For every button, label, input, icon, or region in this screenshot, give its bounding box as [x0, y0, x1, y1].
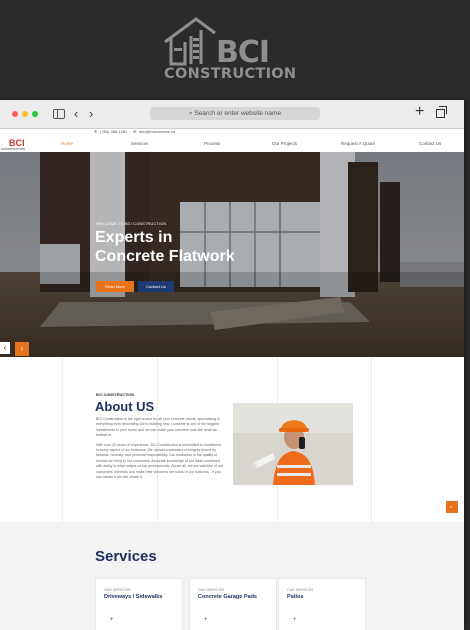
topbar-email[interactable]: info@bciconcrete.ca — [139, 129, 175, 134]
grid-line — [62, 357, 63, 522]
phone-icon: ✆ — [94, 129, 98, 134]
hero-title-line1: Experts in — [95, 229, 173, 246]
service-card-label: OUR SERVICES — [104, 588, 131, 592]
chevron-up-icon: › — [449, 506, 455, 508]
hero-title: Experts in Concrete Flatwork — [95, 228, 295, 266]
slider-next-button[interactable]: › — [15, 342, 29, 356]
hero-eyebrow: WELCOME TO BCI CONSTRUCTION — [96, 222, 167, 226]
service-card-title: Driveways / Sidewalks — [104, 594, 163, 600]
minimize-window-button[interactable] — [22, 111, 28, 117]
hero-title-line2: Concrete Flatwork — [95, 248, 235, 265]
back-button[interactable]: ‹ — [74, 106, 78, 121]
contact-us-button[interactable]: Contact Us — [138, 281, 174, 292]
read-more-button[interactable]: Read More — [96, 281, 134, 292]
nav-home[interactable]: Home — [61, 141, 73, 146]
nav-our-projects[interactable]: Our Projects — [272, 141, 297, 146]
nav-contact-us[interactable]: Contact Us — [419, 141, 441, 146]
address-placeholder: Search or enter website name — [194, 110, 282, 117]
scroll-up-button[interactable]: › — [446, 501, 458, 513]
service-card-label: OUR SERVICES — [287, 588, 314, 592]
topbar-phone[interactable]: (780) 288-1081 — [100, 129, 127, 134]
worker-photo — [233, 403, 353, 485]
nav-services[interactable]: Services — [131, 141, 148, 146]
maximize-window-button[interactable] — [32, 111, 38, 117]
services-title: Services — [95, 548, 157, 565]
services-section: Services OUR SERVICES Driveways / Sidewa… — [0, 522, 464, 630]
new-tab-button[interactable]: + — [415, 103, 424, 121]
site-logo[interactable]: BCI CONSTRUCTION LTD — [1, 138, 31, 155]
tabs-icon[interactable] — [436, 106, 447, 118]
service-card-title: Concrete Garage Pads — [198, 594, 257, 600]
nav-request-quote[interactable]: Request A Quote — [341, 141, 375, 146]
site-topbar: ✆ (780) 288-1081 ✉ info@bciconcrete.ca — [0, 128, 464, 136]
sidebar-icon[interactable] — [53, 109, 65, 119]
service-card-label: OUR SERVICES — [198, 588, 225, 592]
about-text: BCI Construction is the right choice for… — [96, 417, 224, 484]
plus-icon[interactable]: + — [204, 617, 208, 623]
hero-section: WELCOME TO BCI CONSTRUCTION Experts in C… — [0, 152, 464, 357]
address-bar[interactable]: ⌕ Search or enter website name — [150, 107, 320, 120]
about-section: BCI CONSTRUCTION About US BCI Constructi… — [0, 357, 464, 522]
forward-button[interactable]: › — [89, 106, 93, 121]
logo-main-text: BCI — [216, 35, 270, 70]
logo-sub-text: CONSTRUCTION — [164, 66, 297, 82]
brand-logo: BCI CONSTRUCTION — [0, 0, 470, 100]
email-icon: ✉ — [133, 129, 137, 134]
nav-process[interactable]: Process — [204, 141, 220, 146]
plus-icon[interactable]: + — [110, 617, 114, 623]
service-card[interactable]: OUR SERVICES Concrete Garage Pads + — [189, 578, 277, 630]
plus-icon[interactable]: + — [293, 617, 297, 623]
service-card[interactable]: OUR SERVICES Patios + — [278, 578, 366, 630]
about-paragraph-2: With over 20 years of experience, BCI Co… — [96, 442, 224, 480]
close-window-button[interactable] — [12, 111, 18, 117]
browser-toolbar: ‹ › ⌕ Search or enter website name + — [0, 100, 464, 129]
site-navbar: BCI CONSTRUCTION LTD Home Services Proce… — [0, 136, 464, 155]
about-paragraph-1: BCI Construction is the right choice for… — [96, 417, 220, 438]
service-card[interactable]: OUR SERVICES Driveways / Sidewalks + — [95, 578, 183, 630]
service-card-title: Patios — [287, 594, 304, 600]
grid-line — [371, 357, 372, 522]
about-title: About US — [95, 399, 155, 414]
browser-window: ‹ › ⌕ Search or enter website name + ✆ (… — [0, 100, 464, 630]
about-eyebrow: BCI CONSTRUCTION — [96, 393, 135, 397]
slider-prev-button[interactable]: ‹ — [0, 342, 10, 354]
